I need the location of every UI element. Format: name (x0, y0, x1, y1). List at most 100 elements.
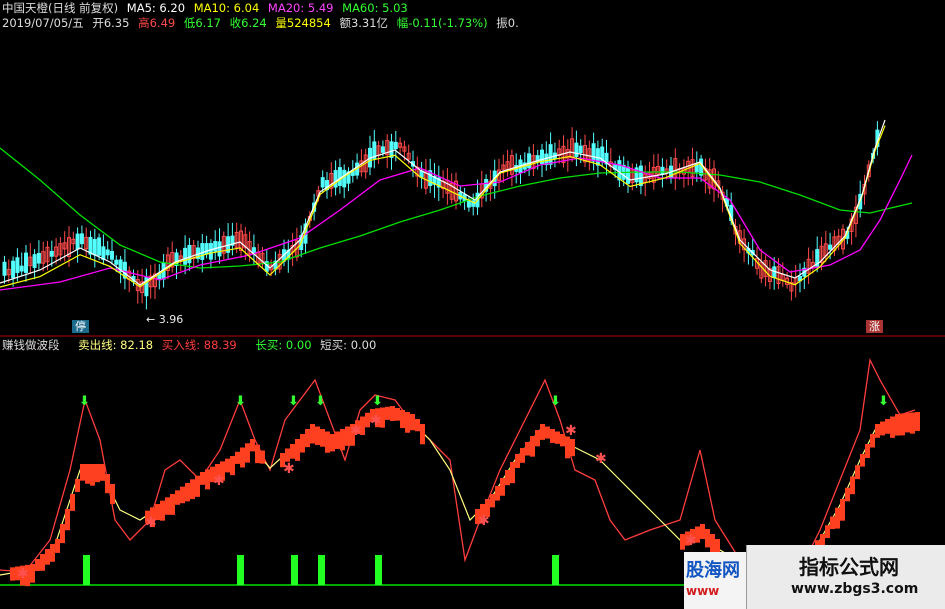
ma20-value: MA20: 5.49 (267, 1, 334, 15)
indicator-bar (180, 486, 185, 504)
long-buy-bar (237, 555, 244, 585)
close-value: 收6.24 (229, 16, 267, 30)
candle-body (626, 166, 630, 184)
price-header-row: 中国天橙(日线 前复权) MA5: 6.20 MA10: 6.04 MA20: … (2, 1, 413, 15)
ma5-value: MA5: 6.20 (126, 1, 186, 15)
low-value: 低6.17 (183, 16, 221, 30)
indicator-bar (200, 472, 205, 485)
long-buy-bar (318, 555, 325, 585)
indicator-bar (290, 444, 295, 459)
indicator-bar (165, 497, 170, 515)
signal-star-icon: ✱ (478, 513, 490, 529)
indicator-bar (310, 424, 315, 444)
candle-body (617, 160, 622, 181)
long-buy-bar (552, 555, 559, 585)
indicator-bar (285, 448, 290, 462)
signal-star-icon: ✱ (350, 423, 362, 439)
candle-body (105, 249, 110, 256)
candle-body (110, 251, 114, 260)
sell-arrow-icon: ⬇ (235, 394, 246, 409)
candle-body (19, 265, 24, 272)
indicator-bar (205, 469, 210, 490)
long-buy-bar (375, 555, 382, 585)
indicator-bar (160, 500, 165, 521)
indicator-bar (525, 442, 530, 456)
indicator-bar (855, 465, 860, 480)
sell-line-value: 卖出线: 82.18 (78, 338, 154, 352)
ma10-value: MA10: 6.04 (193, 1, 260, 15)
candle-body (75, 233, 80, 250)
indicator-bar (245, 443, 250, 463)
indicator-bar (50, 544, 55, 562)
candle-body (32, 254, 37, 268)
indicator-bar (895, 414, 900, 436)
candle-body (337, 167, 342, 186)
indicator-bar (500, 478, 505, 496)
watermark-zbgs: 指标公式网 www.zbgs3.com (746, 545, 945, 609)
occluded-area (224, 276, 718, 326)
stock-chart[interactable]: ✱ ✱ ✱ ✱ ✱ ✱ ✱ ✱ ✱ ✱ ⬇ ⬇ ⬇ ⬇ ⬇ ⬇ ⬇ (0, 0, 945, 609)
signal-star-icon: ✱ (283, 461, 295, 477)
sell-arrow-icon: ⬇ (878, 394, 889, 409)
swing-value: 振0. (496, 16, 519, 30)
watermark-zbgs-title: 指标公式网 (799, 555, 899, 579)
indicator-bar (110, 484, 115, 504)
indicator-bar (230, 456, 235, 476)
candle-body (380, 146, 385, 153)
watermark-guhai-title: 股海网 (686, 560, 740, 581)
indicator-bar (845, 487, 850, 502)
indicator-bar (520, 448, 525, 463)
indicator-bar (495, 486, 500, 501)
indicator-bar (305, 429, 310, 448)
indicator-bar (80, 464, 85, 481)
indicator-bar (315, 426, 320, 446)
indicator-bar (60, 524, 65, 544)
indicator-bar (100, 464, 105, 481)
signal-star-icon: ✱ (685, 533, 697, 549)
indicator-bar (850, 476, 855, 495)
indicator-bar (55, 539, 60, 553)
candle-body (342, 169, 347, 188)
indicator-bar (870, 434, 875, 448)
indicator-bar (830, 516, 835, 530)
indicator-bar (540, 424, 545, 440)
indicator-bar (65, 509, 70, 531)
indicator-bar (915, 412, 920, 431)
sell-arrow-icon: ⬇ (550, 394, 561, 409)
indicator-bar (190, 479, 195, 500)
sell-arrow-icon: ⬇ (288, 394, 299, 409)
long-buy-value: 长买: 0.00 (255, 338, 312, 352)
candle-body (183, 247, 188, 265)
watermark-guhai-url: www (686, 584, 720, 598)
volume-value: 量524854 (275, 16, 331, 30)
candle-body (591, 143, 596, 162)
indicator-bar (320, 429, 325, 447)
indicator-bar (95, 464, 100, 483)
candle-body (49, 250, 54, 257)
indicator-bar (705, 529, 710, 548)
indicator-bar (530, 436, 535, 457)
candle-body (92, 239, 97, 256)
indicator-bar (395, 408, 400, 421)
indicator-bar (240, 447, 245, 468)
indicator-bar (385, 406, 390, 420)
indicator-bar (10, 567, 15, 581)
indicator-bar (710, 534, 715, 553)
candle-body (217, 241, 222, 257)
indicator-bar (415, 419, 420, 432)
candle-body (24, 252, 28, 273)
signal-star-icon: ✱ (565, 423, 577, 439)
indicator-bar (45, 549, 50, 565)
sell-arrow-icon: ⬇ (372, 394, 383, 409)
long-buy-bar (83, 555, 90, 585)
buy-line-value: 买入线: 88.39 (161, 338, 237, 352)
candle-body (393, 141, 398, 150)
indicator-bar (225, 458, 230, 473)
indicator-bar (535, 430, 540, 447)
candle-body (548, 144, 553, 165)
candle-body (574, 142, 579, 157)
candle-body (828, 244, 833, 250)
indicator-bar (405, 412, 410, 433)
stock-name: 中国天橙(日线 前复权) (2, 1, 119, 15)
indicator-bar (175, 490, 180, 505)
